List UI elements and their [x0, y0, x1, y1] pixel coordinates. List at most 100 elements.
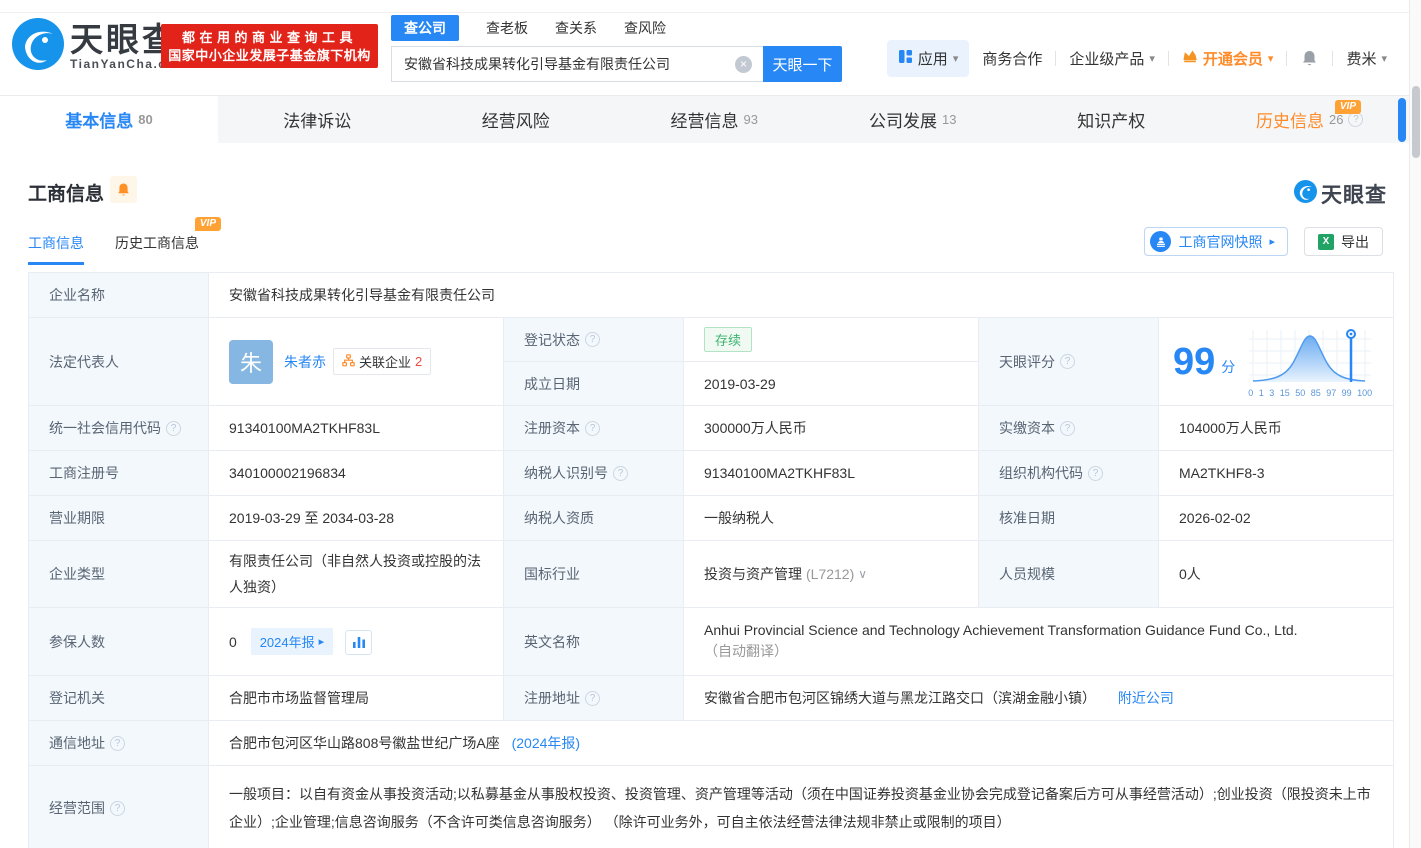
tab-company-development[interactable]: 公司发展 13: [814, 96, 1013, 143]
business-coop-link[interactable]: 商务合作: [982, 48, 1042, 69]
subtab-business-info[interactable]: 工商信息: [28, 233, 84, 265]
question-icon[interactable]: ?: [1088, 465, 1103, 481]
approval-date-label: 核准日期: [978, 495, 1159, 541]
watermark-text: 天眼查: [1321, 184, 1387, 207]
vertical-scrollbar: [1409, 0, 1421, 848]
score-distribution-chart: 01 3 15 50 85 97 99 100: [1247, 326, 1373, 398]
tab-legal-litigation-label: 法律诉讼: [283, 112, 352, 131]
tab-history-info-count: 26: [1329, 112, 1344, 127]
search-tab-boss[interactable]: 查老板: [486, 18, 528, 38]
status-badge: 存续: [704, 327, 753, 352]
english-name-note: （自动翻译）: [704, 643, 788, 659]
reg-capital-value: 300000万人民币: [683, 405, 979, 451]
tianyancha-logo-icon: [1294, 180, 1317, 208]
sub-tabs: 工商信息 VIP 历史工商信息: [28, 217, 221, 265]
tab-operation-info[interactable]: 经营信息 93: [615, 96, 814, 143]
mail-address-cell: 合肥市包河区华山路808号徽盐世纪广场A座 (2024年报): [207, 720, 1395, 766]
annual-report-badge[interactable]: 2024年报 ▸: [250, 627, 334, 655]
tab-legal-litigation[interactable]: 法律诉讼: [218, 96, 417, 143]
excel-icon: X: [1318, 233, 1334, 250]
company-type-value: 有限责任公司（非自然人投资或控股的法人独资）: [208, 540, 504, 608]
tab-operation-risk[interactable]: 经营风险: [417, 96, 616, 143]
tab-company-development-label: 公司发展: [869, 112, 938, 131]
official-snapshot-button[interactable]: 工商官网快照 ▸: [1144, 227, 1288, 256]
question-icon[interactable]: ?: [613, 465, 628, 481]
open-vip-menu[interactable]: 开通会员 ▾: [1182, 48, 1273, 69]
business-scope-value: 一般项目：以自有资金从事投资活动;以私募基金从事股权投资、投资管理、资产管理等活…: [207, 765, 1395, 848]
chevron-down-icon: ▾: [1381, 52, 1387, 65]
score-value: 99: [1173, 340, 1216, 383]
mail-address-report-link[interactable]: (2024年报): [512, 735, 580, 751]
reg-number-value: 340100002196834: [208, 450, 504, 496]
establish-date-label: 成立日期: [503, 361, 684, 406]
question-icon[interactable]: ?: [110, 800, 125, 816]
app-grid-icon: [898, 49, 913, 68]
chevron-down-icon[interactable]: ∨: [858, 567, 867, 581]
bell-icon: [118, 183, 129, 195]
reg-capital-label: 注册资本 ?: [503, 405, 684, 451]
export-button[interactable]: X 导出: [1304, 227, 1383, 256]
clear-search-icon[interactable]: ×: [735, 56, 752, 73]
paid-capital-label: 实缴资本 ?: [978, 405, 1159, 451]
industry-label: 国标行业: [503, 540, 684, 608]
question-icon[interactable]: ?: [585, 690, 600, 706]
tab-operation-info-label: 经营信息: [670, 112, 739, 131]
approval-date-value: 2026-02-02: [1157, 495, 1395, 541]
question-icon[interactable]: ?: [1348, 112, 1364, 127]
reg-address-cell: 安徽省合肥市包河区锦绣大道与黑龙江路交口（滨湖金融小镇） 附近公司: [682, 675, 1395, 721]
brand-slogan-banner: 都在用的商业查询工具 国家中小企业发展子基金旗下机构: [161, 24, 378, 68]
tab-company-development-count: 13: [942, 112, 957, 127]
nearby-companies-link[interactable]: 附近公司: [1118, 690, 1174, 706]
subtab-history-business-info[interactable]: VIP 历史工商信息: [115, 217, 221, 265]
monitor-bell-button[interactable]: [110, 176, 137, 203]
tab-operation-risk-label: 经营风险: [481, 112, 550, 131]
enterprise-products-menu[interactable]: 企业级产品 ▾: [1069, 48, 1155, 69]
staff-size-value: 0人: [1157, 540, 1395, 608]
mail-address-label: 通信地址 ?: [28, 720, 209, 766]
search-input[interactable]: [391, 46, 763, 82]
score-cell: 99 分 0 1 3 15 50 85 97 99 100: [1157, 317, 1395, 406]
search-tab-risk[interactable]: 查风险: [624, 18, 666, 38]
question-icon[interactable]: ?: [110, 735, 125, 751]
search-tab-company[interactable]: 查公司: [391, 15, 459, 41]
score-chart-ticks: 01 3 15 50 85 97 99 100: [1248, 387, 1373, 398]
search-tab-relation[interactable]: 查关系: [555, 18, 597, 38]
scrollbar-thumb[interactable]: [1412, 86, 1420, 158]
company-name-value: 安徽省科技成果转化引导基金有限责任公司: [207, 272, 1395, 318]
insured-trend-chart-button[interactable]: [345, 630, 373, 656]
tab-history-info[interactable]: VIP 历史信息 26 ?: [1211, 96, 1410, 143]
stamp-icon: [1150, 231, 1172, 252]
user-menu[interactable]: 费米 ▾: [1346, 48, 1387, 69]
credit-code-label: 统一社会信用代码 ?: [28, 405, 209, 451]
table-row: 参保人数 0 2024年报 ▸ 英文名称 Anhui Provincial Sc…: [28, 607, 1395, 676]
slogan-line-2: 国家中小企业发展子基金旗下机构: [168, 48, 371, 63]
question-icon[interactable]: ?: [585, 332, 600, 347]
org-code-label: 组织机构代码 ?: [978, 450, 1159, 496]
notification-bell[interactable]: [1300, 49, 1319, 68]
question-icon[interactable]: ?: [166, 420, 181, 436]
vip-badge: VIP: [194, 217, 221, 231]
tab-basic-info-label: 基本信息: [65, 112, 134, 131]
reg-status-label: 登记状态 ?: [503, 317, 684, 362]
tab-intellectual-property[interactable]: 知识产权: [1012, 96, 1211, 143]
tab-basic-info[interactable]: 基本信息 80: [0, 96, 218, 143]
header-nav: 应用 ▾ 商务合作 企业级产品 ▾ 开通会员 ▾ 费米 ▾: [886, 38, 1387, 78]
nav-divider: [1332, 50, 1334, 66]
search-tabs: 查公司 查老板 查关系 查风险: [391, 15, 842, 41]
legal-rep-avatar[interactable]: 朱: [229, 339, 273, 384]
table-row: 营业期限 2019-03-29 至 2034-03-28 纳税人资质 一般纳税人…: [28, 495, 1395, 541]
question-icon[interactable]: ?: [1060, 420, 1075, 436]
search-button[interactable]: 天眼一下: [763, 46, 842, 82]
apps-menu[interactable]: 应用 ▾: [886, 39, 970, 77]
reg-number-label: 工商注册号: [28, 450, 209, 496]
section-title: 工商信息: [28, 184, 105, 205]
question-icon[interactable]: ?: [1060, 354, 1075, 369]
insured-count-value: 0: [229, 633, 237, 650]
crown-icon: [1182, 49, 1198, 67]
org-code-value: MA2TKHF8-3: [1157, 450, 1395, 496]
business-term-value: 2019-03-29 至 2034-03-28: [208, 495, 504, 541]
legal-rep-name-link[interactable]: 朱者赤: [284, 352, 326, 372]
related-companies-badge[interactable]: 关联企业 2: [333, 348, 432, 375]
question-icon[interactable]: ?: [585, 420, 600, 436]
establish-date-value: 2019-03-29: [683, 361, 979, 406]
